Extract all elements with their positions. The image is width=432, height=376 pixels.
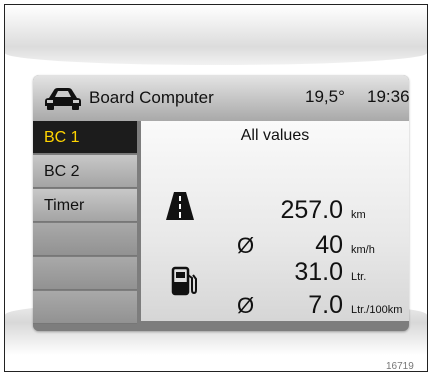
sidebar-menu: BC 1 BC 2 Timer (33, 121, 141, 331)
distance-unit: km (351, 209, 366, 221)
screen-header: Board Computer 19,5° 19:36 (33, 75, 409, 121)
road-icon (166, 192, 194, 220)
distance-value: 257.0 (280, 196, 343, 224)
fuel-pump-icon (171, 266, 197, 296)
clock-time: 19:36 (367, 87, 409, 106)
car-icon (45, 88, 81, 110)
sidebar-item-empty (33, 291, 137, 324)
fuel-unit: Ltr. (351, 271, 367, 283)
values-panel: All values 257.0 km Ø 40 km/h 31.0 Ltr. … (141, 121, 409, 321)
avg-speed-unit: km/h (351, 244, 375, 256)
avg-speed-value: 40 (315, 231, 343, 259)
figure-frame: Board Computer 19,5° 19:36 BC 1 BC 2 Tim… (4, 4, 428, 372)
reference-number: 16719 (386, 361, 414, 372)
panel-title: All values (240, 127, 310, 144)
avg-consumption-unit: Ltr./100km (351, 304, 403, 316)
display-bezel-top (5, 5, 427, 65)
sidebar-item-bc2[interactable]: BC 2 (33, 155, 137, 188)
board-computer-screen: Board Computer 19,5° 19:36 BC 1 BC 2 Tim… (33, 75, 409, 331)
outside-temperature: 19,5° (305, 87, 345, 106)
avg-consumption-symbol: Ø (237, 293, 255, 318)
sidebar-item-bc1[interactable]: BC 1 (33, 121, 137, 154)
sidebar-item-empty (33, 223, 137, 256)
avg-consumption-value: 7.0 (308, 291, 343, 319)
fuel-value: 31.0 (294, 258, 343, 286)
sidebar-item-empty (33, 257, 137, 290)
sidebar-item-timer[interactable]: Timer (33, 189, 137, 222)
header-title: Board Computer (89, 88, 214, 107)
avg-speed-symbol: Ø (237, 233, 255, 258)
